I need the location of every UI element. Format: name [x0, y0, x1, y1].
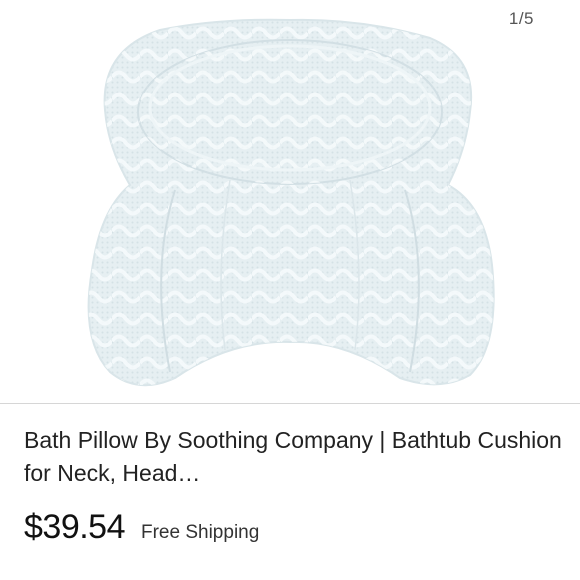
product-title[interactable]: Bath Pillow By Soothing Company | Bathtu… — [24, 424, 564, 490]
price-row: $39.54 Free Shipping — [24, 508, 259, 547]
shipping-info: Free Shipping — [141, 522, 260, 543]
listing-screen: 1/5 Bath Pillow By Soothing Company | Ba… — [0, 0, 580, 580]
image-counter: 1/5 — [508, 9, 534, 28]
section-divider — [0, 403, 580, 404]
product-price: $39.54 — [24, 508, 126, 546]
product-image[interactable] — [0, 0, 580, 403]
image-gallery[interactable]: 1/5 — [0, 0, 580, 403]
